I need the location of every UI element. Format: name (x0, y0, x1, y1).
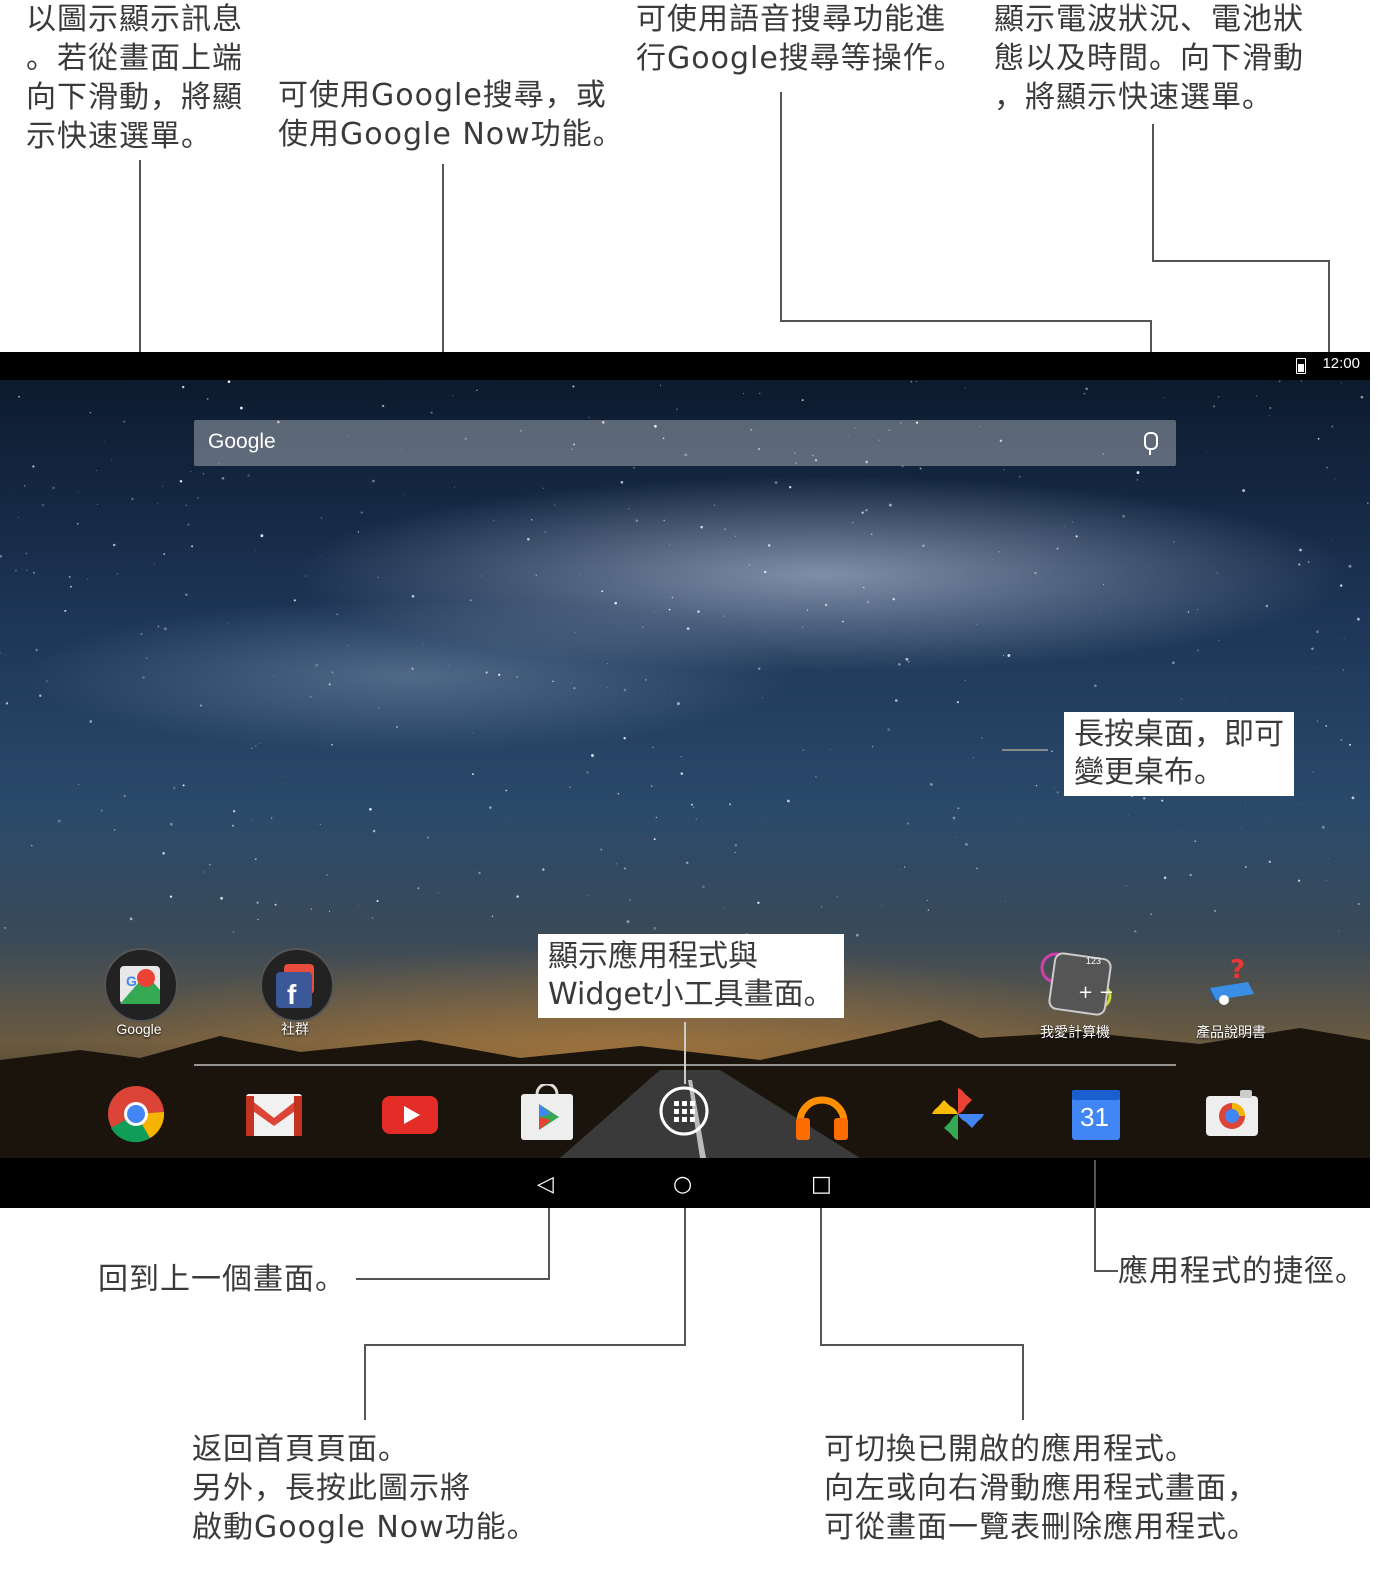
calculator-icon[interactable]: + − 123 (1038, 946, 1114, 1018)
leader-line (684, 1022, 686, 1084)
photos-icon[interactable] (928, 1084, 988, 1144)
navigation-bar: ◁ ○ □ (0, 1158, 1370, 1208)
back-icon[interactable]: ◁ (537, 1172, 554, 1197)
leader-line (1022, 1344, 1024, 1420)
callout-notifications: 以圖示顯示訊息 。若從畫面上端 向下滑動，將顯 示快速選單。 (26, 2, 243, 154)
callout-recents: 可切換已開啟的應用程式。 向左或向右滑動應用程式畫面， 可從畫面一覽表刪除應用程… (824, 1432, 1258, 1545)
leader-line (820, 1208, 822, 1346)
play-music-icon[interactable] (792, 1084, 852, 1144)
callout-google-search: 可使用Google搜尋，或 使用Google Now功能。 (278, 78, 624, 152)
status-bar[interactable]: 12:00 (0, 352, 1370, 380)
social-folder-label: 社群 (281, 1021, 309, 1037)
callout-wallpaper: 長按桌面，即可 變更桌布。 (1064, 712, 1294, 796)
leader-line (780, 320, 1152, 322)
facebook-icon: f (276, 964, 314, 1010)
app-drawer-icon[interactable] (654, 1084, 714, 1144)
leader-line (1152, 124, 1154, 262)
svg-text:?: ? (1230, 958, 1245, 985)
calendar-day: 31 (1080, 1102, 1109, 1132)
leader-line (820, 1344, 1024, 1346)
callout-shortcuts: 應用程式的捷徑。 (1118, 1254, 1366, 1289)
leader-line (139, 160, 141, 376)
leader-line (780, 92, 782, 322)
google-logo: Google (208, 430, 276, 453)
leader-line (1002, 749, 1048, 751)
google-search-bar[interactable]: Google (194, 420, 1176, 466)
svg-text:f: f (287, 979, 297, 1010)
calculator-label: 我愛計算機 (1040, 1024, 1110, 1040)
callout-back: 回到上一個畫面。 (98, 1262, 346, 1297)
home-icon[interactable]: ○ (673, 1172, 692, 1197)
leader-line (1094, 1160, 1096, 1272)
leader-line (684, 1208, 686, 1346)
chrome-icon[interactable] (106, 1084, 166, 1144)
leader-line (548, 1208, 550, 1280)
manual-label: 產品說明書 (1196, 1024, 1266, 1040)
battery-icon (1296, 358, 1306, 374)
play-store-icon[interactable] (517, 1082, 577, 1144)
mic-icon[interactable] (1144, 432, 1158, 455)
manual-icon[interactable]: ? (1204, 955, 1260, 1014)
svg-text:+ −: + − (1078, 982, 1114, 1003)
maps-icon: G (120, 966, 160, 1004)
social-folder-icon[interactable]: f (260, 948, 334, 1022)
callout-home: 返回首頁頁面。 另外，長按此圖示將 啟動Google Now功能。 (192, 1432, 538, 1545)
svg-text:G: G (126, 973, 137, 989)
calendar-icon[interactable]: 31 (1066, 1084, 1126, 1144)
youtube-icon[interactable] (380, 1084, 440, 1144)
leader-line (1094, 1270, 1118, 1272)
leader-line (356, 1278, 550, 1280)
camera-icon[interactable] (1202, 1084, 1262, 1144)
leader-line (364, 1344, 366, 1420)
recents-icon[interactable]: □ (811, 1172, 832, 1197)
leader-line (364, 1344, 686, 1346)
clock: 12:00 (1322, 355, 1360, 372)
google-folder-icon[interactable]: G (104, 948, 178, 1022)
callout-app-drawer: 顯示應用程式與 Widget小工具畫面。 (538, 934, 844, 1018)
callout-voice-search: 可使用語音搜尋功能進 行Google搜尋等操作。 (636, 2, 965, 76)
gmail-icon[interactable] (244, 1084, 304, 1144)
callout-status: 顯示電波狀況、電池狀 態以及時間。向下滑動 ，將顯示快速選單。 (994, 2, 1304, 115)
calculator-display: 123 (1086, 956, 1102, 966)
leader-line (1152, 260, 1330, 262)
google-folder-label: Google (116, 1021, 162, 1037)
